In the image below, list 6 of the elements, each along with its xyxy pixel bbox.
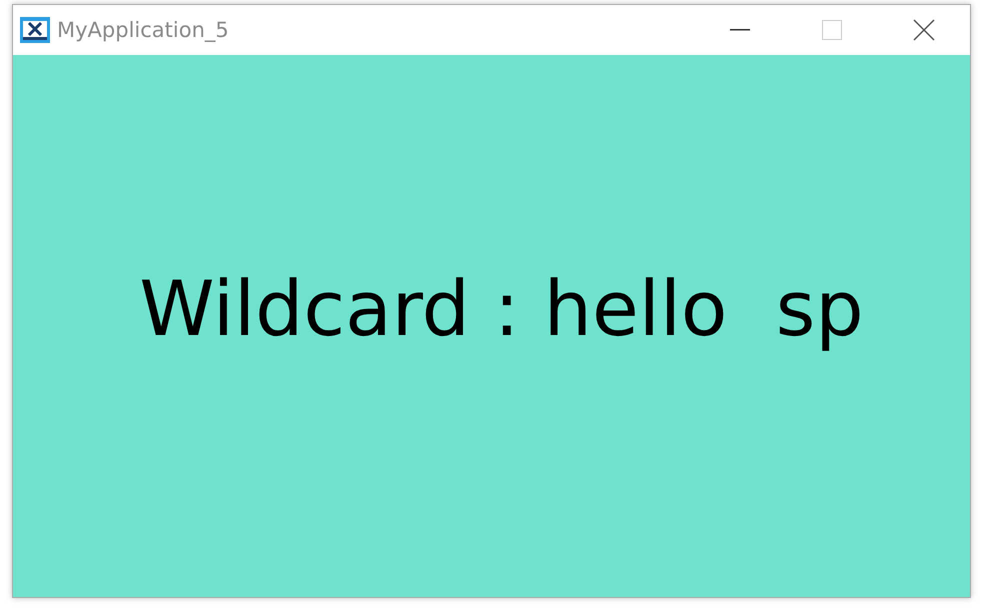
close-icon xyxy=(913,19,935,41)
minimize-icon xyxy=(730,29,750,31)
window-title: MyApplication_5 xyxy=(57,18,230,42)
wildcard-text: Wildcard : hello sp xyxy=(139,264,864,352)
maximize-icon xyxy=(822,20,842,40)
app-icon xyxy=(20,17,50,43)
